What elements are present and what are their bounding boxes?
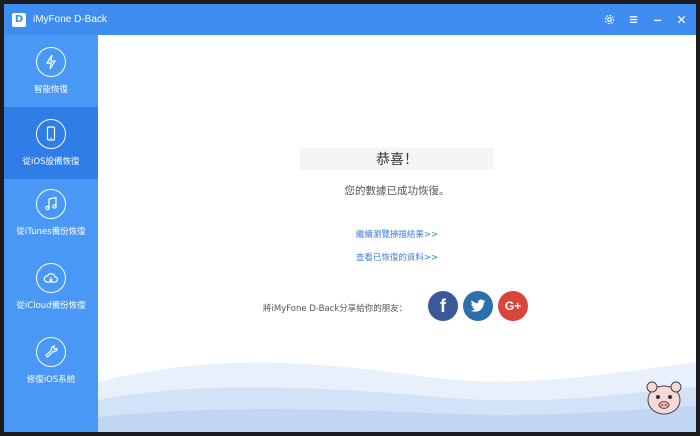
sidebar-item-label: 從iOS設備恢復 (22, 157, 80, 167)
google-plus-share-button[interactable]: G+ (498, 291, 528, 321)
gear-icon[interactable] (602, 13, 616, 27)
app-window: D iMyFone D-Back 智能恢復 從iOS設備恢復 從iTunes備份… (4, 4, 696, 432)
view-recovered-link[interactable]: 查看已恢復的資料>> (98, 251, 696, 263)
app-title: iMyFone D-Back (33, 14, 107, 25)
twitter-icon (470, 299, 486, 312)
twitter-share-button[interactable] (463, 291, 493, 321)
main-panel: 恭喜！ 您的數據已成功恢復。 繼續瀏覽掃描結果>> 查看已恢復的資料>> 將iM… (98, 35, 696, 432)
continue-browsing-link[interactable]: 繼續瀏覽掃描結果>> (98, 228, 696, 240)
sidebar-item-label: 從iCloud備份恢復 (16, 301, 86, 311)
cloud-refresh-icon (36, 263, 66, 293)
success-message: 您的數據已成功恢復。 (344, 185, 450, 197)
window-controls (602, 4, 688, 35)
sidebar-item-smart-recovery[interactable]: 智能恢復 (4, 35, 98, 107)
sidebar-item-itunes-backup[interactable]: 從iTunes備份恢復 (4, 179, 98, 257)
facebook-icon: f (440, 295, 446, 316)
sidebar-item-repair-ios[interactable]: 修復iOS系統 (4, 335, 98, 407)
mascot-logo (646, 381, 682, 415)
facebook-share-button[interactable]: f (428, 291, 458, 321)
music-refresh-icon (36, 189, 66, 219)
sidebar-item-label: 從iTunes備份恢復 (16, 227, 86, 237)
google-plus-icon: G+ (504, 299, 522, 313)
share-label: 將iMyFone D-Back分享給你的朋友： (263, 304, 408, 314)
sidebar-item-icloud-backup[interactable]: 從iCloud備份恢復 (4, 257, 98, 335)
sidebar-item-ios-device[interactable]: 從iOS設備恢復 (4, 107, 98, 179)
app-logo: D (12, 12, 26, 27)
sidebar-item-label: 修復iOS系統 (26, 375, 76, 385)
minimize-icon[interactable] (650, 13, 664, 27)
sidebar: 智能恢復 從iOS設備恢復 從iTunes備份恢復 從iCloud備份恢復 修復… (4, 35, 98, 432)
decorative-waves (98, 362, 696, 432)
close-icon[interactable] (674, 13, 688, 27)
lightning-refresh-icon (36, 47, 66, 77)
congrats-heading: 恭喜！ (300, 148, 494, 170)
menu-icon[interactable] (626, 13, 640, 27)
phone-refresh-icon (36, 119, 66, 149)
title-bar: D iMyFone D-Back (4, 4, 696, 35)
sidebar-item-label: 智能恢復 (33, 85, 68, 95)
wrench-icon (36, 337, 66, 367)
